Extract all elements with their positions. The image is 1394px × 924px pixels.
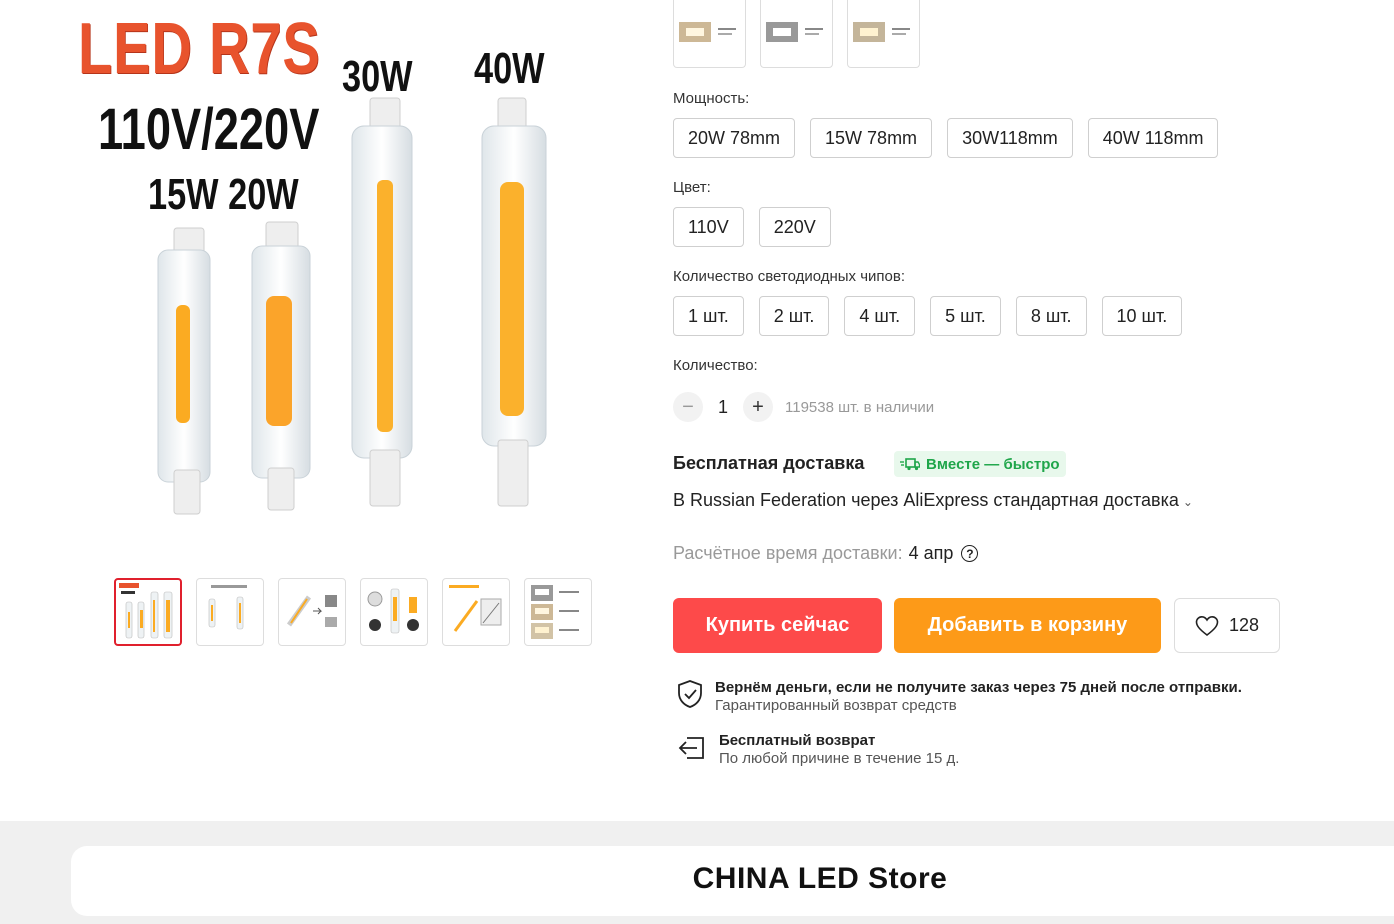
help-icon[interactable]: ? <box>961 545 979 562</box>
buy-now-button[interactable]: Купить сейчас <box>673 598 882 653</box>
delivery-estimate: Расчётное время доставки: 4 апр ? <box>673 543 979 564</box>
free-return: Бесплатный возврат По любой причине в те… <box>677 732 959 767</box>
swatch-cold[interactable] <box>760 0 833 68</box>
power-option-2[interactable]: 15W 78mm <box>810 118 933 158</box>
lamp-30w <box>351 97 413 507</box>
lamp-15w <box>157 227 211 515</box>
thumbnail-6[interactable] <box>524 578 592 646</box>
color-option-110v[interactable]: 110V <box>673 207 744 247</box>
free-return-text: Бесплатный возврат По любой причине в те… <box>719 732 959 767</box>
stock-count: 119538 шт. в наличии <box>785 398 935 416</box>
product-page: LED R7S 110V/220V 15W 20W 30W 40W Мощнос… <box>0 0 1394 924</box>
money-back-title: Вернём деньги, если не получите заказ че… <box>715 679 1242 696</box>
quantity-value[interactable]: 1 <box>703 397 743 418</box>
chevron-down-icon: ⌄ <box>1182 495 1193 509</box>
chips-option-8[interactable]: 8 шт. <box>1015 296 1087 336</box>
chips-option-2[interactable]: 2 шт. <box>758 296 830 336</box>
thumbnail-3[interactable] <box>278 578 346 646</box>
wishlist-button[interactable]: 128 <box>1174 598 1280 653</box>
thumbnail-1[interactable] <box>114 578 182 646</box>
power-option-1[interactable]: 20W 78mm <box>673 118 796 158</box>
main-product-image[interactable]: LED R7S 110V/220V 15W 20W 30W 40W <box>70 0 590 530</box>
chips-options: 1 шт. 2 шт. 4 шт. 5 шт. 8 шт. 10 шт. <box>673 296 1183 336</box>
shipping-badge: Вместе — быстро <box>894 451 1066 477</box>
add-to-cart-button[interactable]: Добавить в корзину <box>894 598 1161 653</box>
chips-option-1[interactable]: 1 шт. <box>673 296 744 336</box>
power-option-3[interactable]: 30W118mm <box>947 118 1073 158</box>
color-options: 110V 220V <box>673 207 831 247</box>
swatch-warm[interactable] <box>673 0 746 68</box>
power-option-4[interactable]: 40W 118mm <box>1087 118 1219 158</box>
quantity-increase-button[interactable]: + <box>743 392 773 422</box>
lamp-20w <box>251 221 311 511</box>
chips-option-10[interactable]: 10 шт. <box>1101 296 1183 336</box>
store-name[interactable]: CHINA LED Store <box>0 862 1394 896</box>
free-return-subtitle: По любой причине в течение 15 д. <box>719 750 960 767</box>
quantity-stepper: − 1 + 119538 шт. в наличии <box>673 392 934 422</box>
free-return-title: Бесплатный возврат <box>719 732 876 749</box>
chips-option-5[interactable]: 5 шт. <box>930 296 1001 336</box>
image-watt-30-text: 30W <box>342 52 413 101</box>
shipping-method-text: В Russian Federation через AliExpress ст… <box>673 490 1179 510</box>
image-watt-40-text: 40W <box>474 44 545 93</box>
image-title-text: LED R7S <box>78 9 321 89</box>
lamp-40w <box>481 97 547 507</box>
quantity-decrease-button[interactable]: − <box>673 392 703 422</box>
chips-option-4[interactable]: 4 шт. <box>844 296 916 336</box>
truck-icon <box>900 458 920 471</box>
image-voltage-text: 110V/220V <box>98 97 320 162</box>
thumbnail-5[interactable] <box>442 578 510 646</box>
color-swatches <box>673 0 920 68</box>
shipping-method-selector[interactable]: В Russian Federation через AliExpress ст… <box>673 490 1193 511</box>
money-back-text: Вернём деньги, если не получите заказ че… <box>715 679 1242 714</box>
eta-date: 4 апр <box>908 543 954 563</box>
quantity-label: Количество: <box>673 357 758 374</box>
power-label: Мощность: <box>673 90 750 107</box>
thumbnail-2[interactable] <box>196 578 264 646</box>
eta-label: Расчётное время доставки: <box>673 543 903 563</box>
chips-label: Количество светодиодных чипов: <box>673 268 906 285</box>
shipping-title: Бесплатная доставка <box>673 453 865 473</box>
thumbnail-strip <box>114 578 592 646</box>
color-option-220v[interactable]: 220V <box>758 207 831 247</box>
money-back-subtitle: Гарантированный возврат средств <box>715 697 957 714</box>
shipping-badge-label: Вместе — быстро <box>926 455 1060 473</box>
thumbnail-4[interactable] <box>360 578 428 646</box>
return-icon <box>678 737 704 759</box>
swatch-neutral[interactable] <box>847 0 920 68</box>
color-label: Цвет: <box>673 179 711 196</box>
money-back-guarantee: Вернём деньги, если не получите заказ че… <box>677 679 1242 714</box>
shield-check-icon <box>678 680 702 708</box>
heart-icon <box>1195 615 1219 636</box>
image-watts-small-text: 15W 20W <box>148 170 299 219</box>
power-options: 20W 78mm 15W 78mm 30W118mm 40W 118mm <box>673 118 1219 158</box>
wishlist-count: 128 <box>1228 615 1260 635</box>
